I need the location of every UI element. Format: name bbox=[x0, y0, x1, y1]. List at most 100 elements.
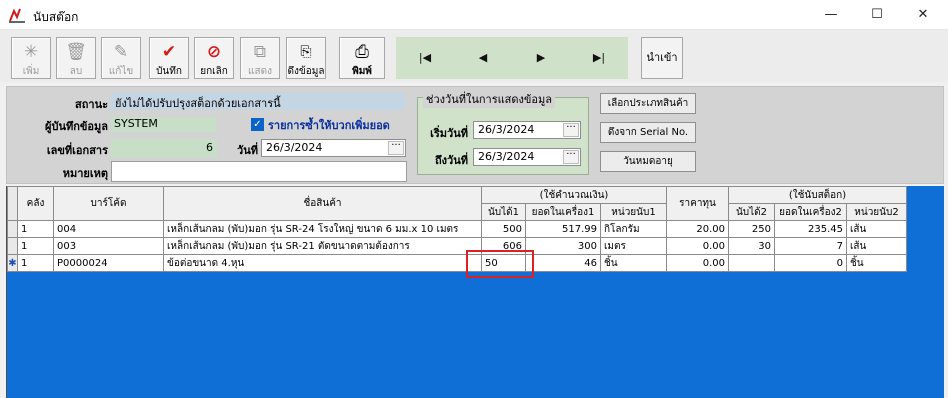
doc-date-field[interactable]: 26/3/2024 ··· bbox=[261, 139, 406, 157]
minimize-button[interactable]: — bbox=[808, 0, 854, 30]
count1-cell[interactable]: 500 bbox=[481, 220, 526, 238]
import-button[interactable]: นำเข้า bbox=[641, 37, 683, 79]
header-machine2[interactable]: ยอดในเครื่อง2 bbox=[774, 203, 847, 221]
count2-cell[interactable] bbox=[728, 254, 775, 272]
app-icon bbox=[9, 8, 25, 23]
merge-duplicates-label: รายการซ้ำให้บวกเพิ่มยอด bbox=[268, 119, 390, 132]
table-row[interactable]: ✱ 1 P0000024 ข้อต่อขนาด 4.หุน 50 46 ชิ้น… bbox=[7, 254, 907, 272]
print-icon: ⎙ bbox=[355, 42, 369, 62]
product-name-cell[interactable]: เหล็กเส้นกลม (พับ)มอก รุ่น SR-21 ตัดขนาด… bbox=[163, 237, 482, 255]
print-button[interactable]: ⎙ พิมพ์ bbox=[339, 37, 385, 79]
window-title: นับสต๊อก bbox=[33, 10, 79, 24]
unit2-cell[interactable]: เส้น bbox=[846, 220, 907, 238]
start-date-picker-button[interactable]: ··· bbox=[563, 123, 579, 137]
end-date-label: ถึงวันที่ bbox=[435, 154, 468, 167]
machine1-cell[interactable]: 300 bbox=[525, 237, 601, 255]
header-machine1[interactable]: ยอดในเครื่อง1 bbox=[525, 203, 601, 221]
show-button[interactable]: ⧉ แสดง bbox=[240, 37, 280, 79]
check-icon: ✔ bbox=[161, 42, 177, 62]
machine1-cell[interactable]: 46 bbox=[525, 254, 601, 272]
row-selector-header bbox=[7, 186, 18, 221]
delete-button[interactable]: 🗑 ลบ bbox=[56, 37, 96, 79]
machine2-cell[interactable]: 7 bbox=[774, 237, 847, 255]
header-row-top: คลัง บาร์โค้ด ชื่อสินค้า (ใช้คำนวณเงิน) … bbox=[7, 186, 907, 221]
record-navigation: |◀ ◀ ▶ ▶| bbox=[396, 37, 628, 79]
merge-duplicates-checkbox[interactable]: ✓ bbox=[251, 118, 264, 131]
cost-cell[interactable]: 20.00 bbox=[666, 220, 729, 238]
machine1-cell[interactable]: 517.99 bbox=[525, 220, 601, 238]
select-category-button[interactable]: เลือกประเภทสินค้า bbox=[600, 93, 696, 114]
edit-button[interactable]: ✎ แก้ไข bbox=[101, 37, 141, 79]
expiry-date-button[interactable]: วันหมดอายุ bbox=[600, 151, 696, 172]
save-button[interactable]: ✔ บันทึก bbox=[149, 37, 189, 79]
date-range-title: ช่วงวันที่ในการแสดงข้อมูล bbox=[423, 90, 556, 108]
barcode-cell[interactable]: 004 bbox=[53, 220, 164, 238]
header-group-stock: (ใช้นับสต็อก) bbox=[728, 186, 907, 204]
store-cell[interactable]: 1 bbox=[17, 220, 54, 238]
show-icon: ⧉ bbox=[253, 42, 267, 62]
store-cell[interactable]: 1 bbox=[17, 237, 54, 255]
docno-value: 6 bbox=[111, 139, 217, 157]
header-unit1[interactable]: หน่วยนับ1 bbox=[600, 203, 667, 221]
note-label: หมายเหตุ bbox=[62, 167, 108, 180]
header-product-name[interactable]: ชื่อสินค้า bbox=[163, 186, 482, 221]
header-group-money: (ใช้คำนวณเงิน) bbox=[481, 186, 667, 204]
first-record-button[interactable]: |◀ bbox=[396, 37, 454, 79]
header-cost[interactable]: ราคาทุน bbox=[666, 186, 729, 221]
serial-no-button[interactable]: ดึงจาก Serial No. bbox=[600, 122, 696, 143]
end-date-field[interactable]: 26/3/2024 ··· bbox=[473, 148, 581, 166]
close-button[interactable]: ✕ bbox=[900, 0, 946, 30]
header-count2[interactable]: นับได้2 bbox=[728, 203, 775, 221]
machine2-cell[interactable]: 0 bbox=[774, 254, 847, 272]
edit-icon: ✎ bbox=[113, 42, 129, 62]
note-field[interactable] bbox=[111, 161, 407, 182]
stock-grid: คลัง บาร์โค้ด ชื่อสินค้า (ใช้คำนวณเงิน) … bbox=[6, 186, 944, 398]
highlight-box bbox=[466, 250, 534, 278]
header-unit2[interactable]: หน่วยนับ2 bbox=[846, 203, 907, 221]
unit1-cell[interactable]: เมตร bbox=[600, 237, 667, 255]
trash-icon: 🗑 bbox=[65, 42, 87, 62]
add-icon: ✳ bbox=[23, 42, 39, 62]
new-row-marker[interactable]: ✱ bbox=[7, 254, 18, 272]
barcode-cell[interactable]: 003 bbox=[53, 237, 164, 255]
cost-cell[interactable]: 0.00 bbox=[666, 254, 729, 272]
fetch-data-button[interactable]: ⎘ ดึงข้อมูล bbox=[286, 37, 326, 79]
prev-record-button[interactable]: ◀ bbox=[454, 37, 512, 79]
unit2-cell[interactable]: เส้น bbox=[846, 237, 907, 255]
end-date-picker-button[interactable]: ··· bbox=[563, 150, 579, 164]
fetch-icon: ⎘ bbox=[300, 44, 312, 60]
next-record-button[interactable]: ▶ bbox=[512, 37, 570, 79]
unit1-cell[interactable]: ชิ้น bbox=[600, 254, 667, 272]
unit1-cell[interactable]: กิโลกรัม bbox=[600, 220, 667, 238]
cancel-icon: ⊘ bbox=[206, 42, 222, 62]
cost-cell[interactable]: 0.00 bbox=[666, 237, 729, 255]
doc-date-picker-button[interactable]: ··· bbox=[388, 141, 404, 155]
status-value: ยังไม่ได้ปรับปรุงสต็อกด้วยเอกสารนี้ bbox=[111, 92, 405, 110]
header-barcode[interactable]: บาร์โค้ด bbox=[53, 186, 164, 221]
start-date-field[interactable]: 26/3/2024 ··· bbox=[473, 121, 581, 139]
table-row[interactable]: 1 004 เหล็กเส้นกลม (พับ)มอก รุ่น SR-24 โ… bbox=[7, 220, 907, 238]
recorder-label: ผู้บันทึกข้อมูล bbox=[45, 120, 108, 133]
cancel-button[interactable]: ⊘ ยกเลิก bbox=[194, 37, 234, 79]
table-row[interactable]: 1 003 เหล็กเส้นกลม (พับ)มอก รุ่น SR-21 ต… bbox=[7, 237, 907, 255]
product-name-cell[interactable]: เหล็กเส้นกลม (พับ)มอก รุ่น SR-24 โรงใหญ่… bbox=[163, 220, 482, 238]
stock-table: คลัง บาร์โค้ด ชื่อสินค้า (ใช้คำนวณเงิน) … bbox=[7, 186, 907, 272]
count2-cell[interactable]: 30 bbox=[728, 237, 775, 255]
maximize-button[interactable]: ☐ bbox=[854, 0, 900, 30]
header-store[interactable]: คลัง bbox=[17, 186, 54, 221]
title-bar: นับสต๊อก — ☐ ✕ bbox=[0, 0, 948, 30]
store-cell[interactable]: 1 bbox=[17, 254, 54, 272]
add-button[interactable]: ✳ เพิ่ม bbox=[11, 37, 51, 79]
recorder-value: SYSTEM bbox=[111, 117, 216, 132]
row-selector[interactable] bbox=[7, 237, 18, 255]
last-record-button[interactable]: ▶| bbox=[570, 37, 628, 79]
header-count1[interactable]: นับได้1 bbox=[481, 203, 526, 221]
count2-cell[interactable]: 250 bbox=[728, 220, 775, 238]
docno-label: เลขที่เอกสาร bbox=[46, 144, 108, 157]
barcode-cell[interactable]: P0000024 bbox=[53, 254, 164, 272]
machine2-cell[interactable]: 235.45 bbox=[774, 220, 847, 238]
unit2-cell[interactable]: ชิ้น bbox=[846, 254, 907, 272]
row-selector[interactable] bbox=[7, 220, 18, 238]
date-label: วันที่ bbox=[237, 144, 258, 157]
product-name-cell[interactable]: ข้อต่อขนาด 4.หุน bbox=[163, 254, 482, 272]
